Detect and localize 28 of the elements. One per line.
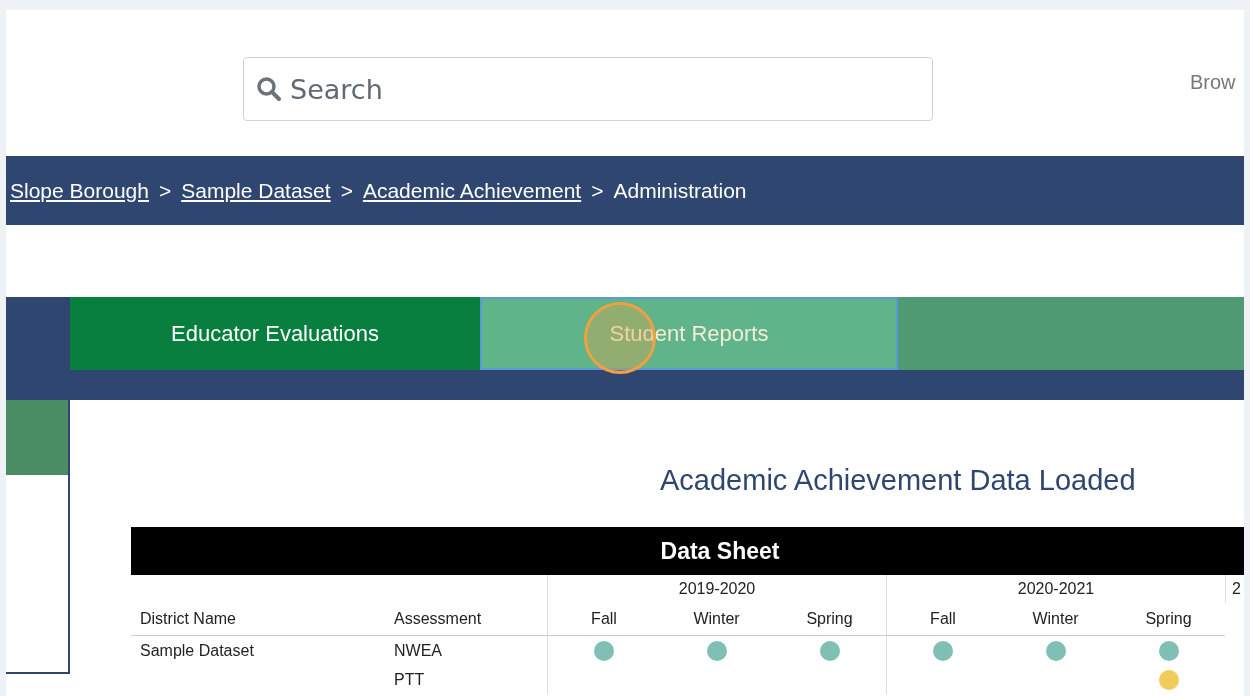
breadcrumb-current: Administration [613, 178, 747, 203]
column-header: District Name [131, 603, 385, 636]
table-cell-text: PTT [393, 669, 426, 690]
tab[interactable]: Educator Evaluations [70, 297, 480, 370]
table-cell-text: NWEA [393, 640, 443, 661]
breadcrumb-separator: > [591, 178, 604, 203]
breadcrumb-separator: > [158, 178, 172, 203]
column-header: 2020-2021 [886, 575, 1225, 603]
column-header: Spring [773, 603, 886, 636]
column-header: Spring [1112, 603, 1225, 636]
breadcrumb-link[interactable]: Academic Achievement [362, 178, 582, 203]
page-heading: Academic Achievement Data Loaded [660, 464, 1137, 497]
sidebar-item[interactable] [6, 400, 68, 475]
column-header: 2 [1225, 575, 1244, 603]
column-header: Winter [999, 603, 1112, 636]
column-header: Assessment [385, 603, 547, 636]
column-header: Fall [547, 603, 660, 636]
breadcrumb-separator: > [340, 178, 353, 203]
table-title: Data Sheet [131, 527, 1244, 575]
column-header: Fall [886, 603, 999, 636]
search-icon [256, 76, 282, 102]
table-cell-text: Sample Dataset [139, 640, 255, 661]
column-header: 2019-2020 [547, 575, 886, 603]
search-field[interactable]: Search [243, 57, 933, 121]
nav-link[interactable]: Brow [1190, 71, 1236, 94]
column-header: Winter [660, 603, 773, 636]
breadcrumb-link[interactable]: Slope Borough [10, 178, 149, 203]
breadcrumb-link[interactable]: Sample Dataset [181, 178, 331, 203]
